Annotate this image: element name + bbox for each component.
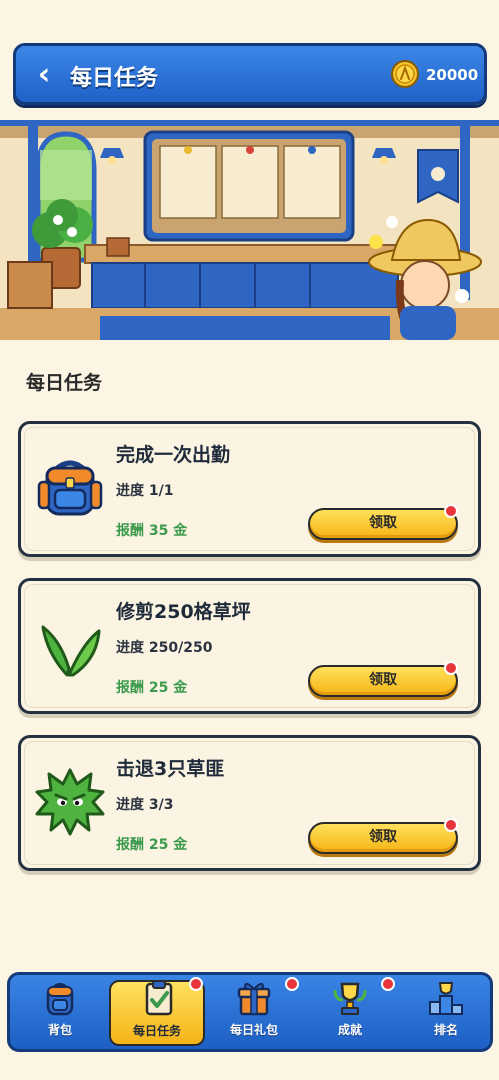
gift-icon — [237, 983, 271, 1016]
task-reward: 报酬 35 金 — [116, 523, 188, 539]
clipboard-check-icon — [145, 980, 173, 1016]
section-title: 每日任务 — [26, 372, 103, 394]
notification-dot — [444, 504, 458, 518]
bottom-navigation: 背包 每日任务 每日礼包 成就 排名 — [7, 972, 493, 1052]
grass-icon — [41, 625, 101, 677]
trophy-laurel-icon — [333, 982, 367, 1015]
backpack-icon — [37, 460, 103, 516]
notification-dot — [285, 977, 299, 991]
notification-dot — [381, 977, 395, 991]
weed-monster-icon — [35, 768, 105, 836]
task-name: 完成一次出勤 — [116, 444, 231, 466]
nav-label: 每日任务 — [132, 1024, 181, 1038]
nav-label: 排名 — [433, 1023, 458, 1037]
nav-label: 每日礼包 — [229, 1023, 278, 1037]
task-progress: 进度 1/1 — [116, 483, 174, 499]
nav-item-daily-tasks[interactable]: 每日任务 — [109, 980, 205, 1046]
task-progress: 进度 250/250 — [116, 640, 213, 656]
back-button[interactable]: ‹ — [24, 54, 64, 96]
task-card: 击退3只草匪 进度 3/3 报酬 25 金 领取 — [18, 735, 481, 871]
podium-icon — [429, 982, 463, 1015]
task-progress: 进度 3/3 — [116, 797, 174, 813]
nav-label: 成就 — [337, 1023, 362, 1037]
claim-button[interactable]: 领取 — [308, 822, 458, 854]
nav-item-ranking[interactable]: 排名 — [398, 975, 494, 1049]
nav-item-backpack[interactable]: 背包 — [12, 975, 108, 1049]
task-reward: 报酬 25 金 — [116, 680, 188, 696]
shop-banner-illustration — [0, 120, 499, 340]
notification-dot — [444, 818, 458, 832]
claim-button[interactable]: 领取 — [308, 508, 458, 540]
task-card: 修剪250格草坪 进度 250/250 报酬 25 金 领取 — [18, 578, 481, 714]
task-card: 完成一次出勤 进度 1/1 报酬 35 金 领取 — [18, 421, 481, 557]
task-reward: 报酬 25 金 — [116, 837, 188, 853]
nav-label: 背包 — [47, 1023, 72, 1037]
top-bar: ‹ 每日任务 20000 — [13, 43, 487, 105]
task-name: 击退3只草匪 — [116, 758, 225, 780]
notification-dot — [444, 661, 458, 675]
coin-balance: 20000 — [426, 66, 479, 84]
notification-dot — [189, 977, 203, 991]
page-title: 每日任务 — [70, 66, 159, 91]
claim-button[interactable]: 领取 — [308, 665, 458, 697]
task-name: 修剪250格草坪 — [116, 601, 251, 623]
backpack-icon — [46, 983, 74, 1016]
gold-coin-icon — [391, 60, 419, 88]
